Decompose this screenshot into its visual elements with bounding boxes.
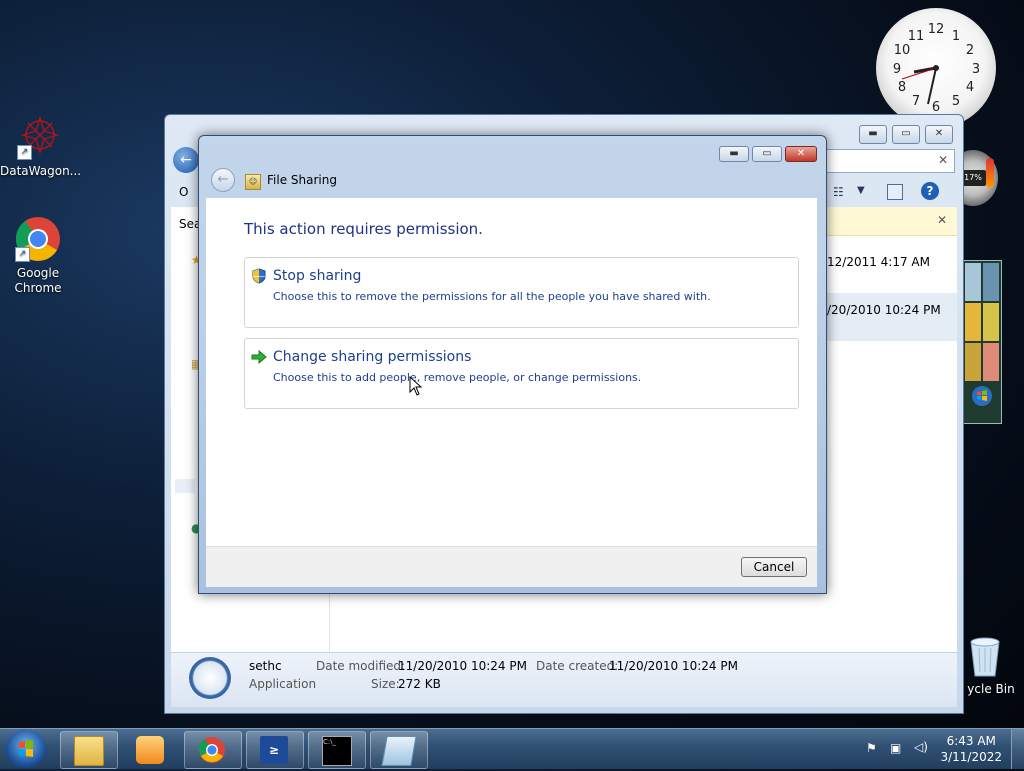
- powershell-icon: ≥: [260, 736, 288, 764]
- desktop-icon-label: DataWagon...: [0, 164, 82, 178]
- explorer-minimize-button[interactable]: ▬: [859, 125, 887, 144]
- dialog-close-button[interactable]: ✕: [785, 146, 817, 162]
- change-permissions-option[interactable]: Change sharing permissions Choose this t…: [244, 338, 799, 409]
- homegroup-icon[interactable]: [175, 479, 195, 493]
- details-pane: sethc Application Date modified: 11/20/2…: [171, 652, 957, 707]
- file-date: /20/2010 10:24 PM: [827, 303, 941, 317]
- file-type: Application: [249, 677, 317, 691]
- desktop-icon-label: Google Chrome: [14, 266, 62, 295]
- media-player-icon: [136, 736, 164, 764]
- chrome-icon: ↗: [15, 216, 61, 262]
- clock-numeral: 10: [894, 43, 911, 58]
- slideshow-gadget[interactable]: [962, 260, 1002, 424]
- date-created-value: 11/20/2010 10:24 PM: [609, 659, 738, 673]
- search-box[interactable]: ✕: [825, 149, 955, 173]
- stop-sharing-option[interactable]: Stop sharing Choose this to remove the p…: [244, 257, 799, 328]
- clock-gadget[interactable]: 12 1 2 3 4 5 6 7 8 9 10 11: [876, 8, 996, 128]
- recycle-bin-icon: [962, 632, 1008, 678]
- clock-numeral: 4: [966, 80, 974, 95]
- taskbar-command-prompt[interactable]: C:\_: [308, 731, 366, 769]
- date-modified-label: Date modified:: [316, 659, 406, 673]
- taskbar-explorer[interactable]: [60, 731, 118, 769]
- option-title: Change sharing permissions: [273, 349, 472, 365]
- permission-heading: This action requires permission.: [244, 220, 483, 238]
- back-arrow-icon[interactable]: ←: [211, 168, 235, 192]
- desktop-icon-google-chrome[interactable]: ↗ Google Chrome: [0, 216, 78, 296]
- clock-numeral: 9: [893, 62, 901, 77]
- clock-numeral: 8: [898, 80, 906, 95]
- view-toolbar: ☷ ▼ ?: [825, 179, 955, 207]
- green-arrow-icon: [251, 349, 267, 365]
- folder-icon: [74, 736, 104, 766]
- close-info-bar-icon[interactable]: ✕: [937, 213, 947, 227]
- windows-logo-icon: [19, 740, 33, 757]
- tray-date: 3/11/2022: [940, 750, 1002, 764]
- dialog-footer: Cancel: [206, 546, 817, 587]
- option-description: Choose this to add people, remove people…: [273, 371, 642, 384]
- clock-numeral: 12: [928, 22, 945, 37]
- taskbar-media-player[interactable]: [122, 731, 180, 769]
- chevron-down-icon[interactable]: ▼: [857, 185, 865, 196]
- shortcut-arrow-icon: ↗: [17, 145, 32, 160]
- back-arrow-icon[interactable]: ←: [173, 147, 199, 173]
- network-tray-icon[interactable]: ▣: [890, 741, 906, 755]
- clock-numeral: 2: [966, 43, 974, 58]
- chrome-icon: [198, 736, 226, 764]
- date-modified-value: 11/20/2010 10:24 PM: [398, 659, 527, 673]
- taskbar-powershell[interactable]: ≥: [246, 731, 304, 769]
- clock-numeral: 7: [912, 94, 920, 109]
- file-sharing-dialog[interactable]: ▬ ▭ ✕ ← ☺ File Sharing This action requi…: [198, 135, 827, 594]
- date-created-label: Date created:: [536, 659, 619, 673]
- dialog-title: File Sharing: [267, 173, 337, 187]
- file-name: sethc: [249, 659, 282, 673]
- clock-numeral: 6: [932, 100, 940, 115]
- tray-clock[interactable]: 6:43 AM 3/11/2022: [940, 733, 1002, 765]
- command-prompt-icon: C:\_: [322, 736, 352, 766]
- taskbar-chrome[interactable]: [184, 731, 242, 769]
- uac-shield-icon: [251, 268, 267, 284]
- sharing-icon: ☺: [245, 174, 261, 190]
- start-button[interactable]: [6, 730, 46, 768]
- desktop-icon-datawagon[interactable]: ↗ DataWagon...: [0, 114, 82, 179]
- action-center-icon[interactable]: ⚑: [866, 741, 880, 755]
- toolbar-item-partial[interactable]: O: [179, 185, 188, 199]
- size-value: 272 KB: [398, 677, 441, 691]
- selected-row[interactable]: /20/2010 10:24 PM: [821, 293, 957, 341]
- option-description: Choose this to remove the permissions fo…: [273, 290, 711, 303]
- file-date: 12/2011 4:17 AM: [827, 255, 930, 269]
- clear-search-icon[interactable]: ✕: [938, 153, 948, 167]
- show-desktop-button[interactable]: [1011, 729, 1024, 769]
- dialog-body: This action requires permission. Stop sh…: [206, 198, 817, 546]
- preview-pane-icon[interactable]: [887, 184, 903, 200]
- help-icon[interactable]: ?: [921, 182, 939, 200]
- clock-numeral: 1: [952, 29, 960, 44]
- tray-time: 6:43 AM: [946, 734, 996, 748]
- clock-numeral: 11: [908, 29, 925, 44]
- mouse-cursor-icon: [409, 375, 423, 399]
- clock-numeral: 5: [952, 94, 960, 109]
- shortcut-arrow-icon: ↗: [15, 247, 30, 262]
- size-label: Size:: [371, 677, 400, 691]
- meter-needle-icon: [986, 158, 994, 188]
- minute-hand: [927, 67, 937, 105]
- windows-orb-icon: [971, 385, 993, 417]
- option-title: Stop sharing: [273, 268, 362, 284]
- explorer-close-button[interactable]: ✕: [925, 125, 953, 144]
- notepad-icon: [381, 736, 417, 766]
- dialog-minimize-button[interactable]: ▬: [719, 146, 749, 162]
- dialog-maximize-button[interactable]: ▭: [752, 146, 782, 162]
- explorer-maximize-button[interactable]: ▭: [892, 125, 920, 144]
- datawagon-icon: ↗: [17, 114, 63, 160]
- taskbar: ≥ C:\_ ⚑ ▣ ◁) 6:43 AM 3/11/2022: [0, 728, 1024, 769]
- volume-icon[interactable]: ◁): [914, 740, 930, 754]
- view-options-icon[interactable]: ☷: [833, 185, 844, 199]
- accessibility-icon: [189, 657, 231, 699]
- cancel-button[interactable]: Cancel: [741, 557, 807, 577]
- clock-numeral: 3: [972, 62, 980, 77]
- taskbar-notepad[interactable]: [370, 731, 428, 769]
